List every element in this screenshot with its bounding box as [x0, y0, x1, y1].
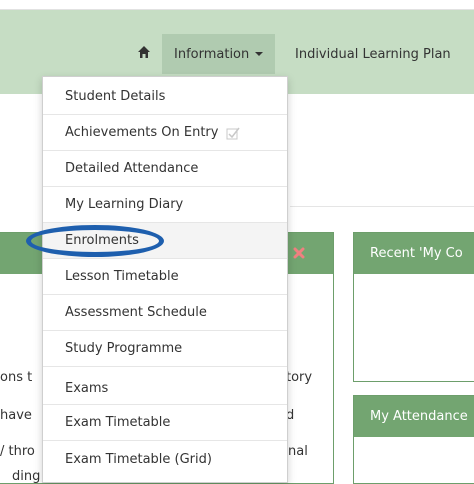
background-text: tory — [286, 370, 313, 385]
top-strip — [0, 0, 474, 10]
menu-item-label: Assessment Schedule — [65, 305, 207, 320]
background-text: nal — [288, 444, 308, 459]
recent-panel-title: Recent 'My Co — [354, 233, 474, 274]
menu-item-label: My Learning Diary — [65, 197, 184, 212]
menu-item-enrolments[interactable]: Enrolments — [43, 223, 287, 259]
menu-item-label: Achievements On Entry — [65, 125, 219, 140]
menu-item-label: Study Programme — [65, 341, 183, 356]
attendance-panel: My Attendance — [353, 395, 474, 484]
menu-item-label: Exam Timetable (Grid) — [65, 451, 212, 467]
menu-item-label: Detailed Attendance — [65, 161, 199, 176]
menu-item-label: Exam Timetable — [65, 415, 171, 430]
check-icon — [226, 127, 241, 139]
background-text: / thro — [0, 444, 35, 459]
attendance-panel-title: My Attendance — [354, 396, 474, 437]
menu-item-study-programme[interactable]: Study Programme — [43, 331, 287, 367]
nav-information-label: Information — [174, 46, 250, 62]
home-icon[interactable] — [137, 45, 151, 59]
close-icon[interactable] — [293, 247, 305, 259]
menu-item-exam-timetable[interactable]: Exam Timetable — [43, 405, 287, 441]
background-text: ons t — [0, 370, 33, 385]
menu-item-achievements-on-entry[interactable]: Achievements On Entry — [43, 115, 287, 151]
menu-item-label: Lesson Timetable — [65, 269, 179, 284]
menu-item-student-details[interactable]: Student Details — [43, 79, 287, 115]
menu-item-label: Exams — [65, 381, 109, 396]
caret-down-icon — [255, 52, 264, 56]
menu-item-lesson-timetable[interactable]: Lesson Timetable — [43, 259, 287, 295]
menu-item-exam-timetable-grid[interactable]: Exam Timetable (Grid) — [43, 441, 287, 477]
divider — [290, 206, 474, 207]
menu-item-assessment-schedule[interactable]: Assessment Schedule — [43, 295, 287, 331]
recent-panel: Recent 'My Co — [353, 232, 474, 382]
background-text: have — [0, 408, 32, 423]
information-dropdown-menu: Student Details Achievements On Entry De… — [42, 76, 288, 483]
nav-information-menu[interactable]: Information — [162, 34, 276, 74]
menu-item-label: Student Details — [65, 89, 166, 104]
menu-item-label: Enrolments — [65, 233, 139, 248]
menu-item-my-learning-diary[interactable]: My Learning Diary — [43, 187, 287, 223]
menu-item-detailed-attendance[interactable]: Detailed Attendance — [43, 151, 287, 187]
menu-item-exams[interactable]: Exams — [43, 367, 287, 405]
nav-individual-learning-plan[interactable]: Individual Learning Plan — [295, 34, 451, 74]
